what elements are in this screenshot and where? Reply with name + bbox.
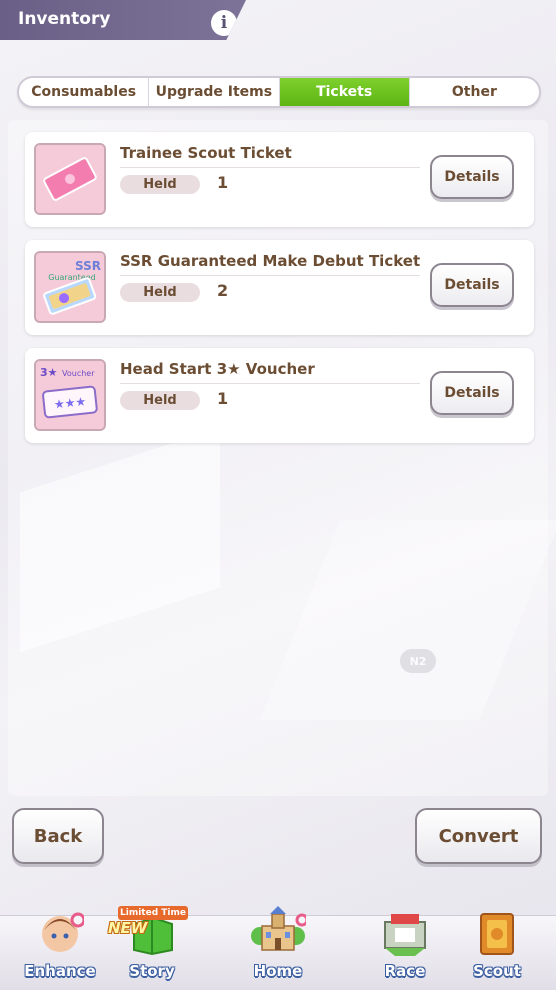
divider xyxy=(120,167,420,168)
held-label: Held xyxy=(120,391,200,410)
watermark: N2 xyxy=(400,649,436,673)
ssr-ticket-icon: SSR Guaranteed xyxy=(34,251,106,323)
ssr-text: SSR xyxy=(75,259,101,273)
divider xyxy=(120,383,420,384)
tab-upgrade-items[interactable]: Upgrade Items xyxy=(149,78,280,106)
details-button[interactable]: Details xyxy=(430,263,514,307)
nav-label: Story xyxy=(129,962,175,980)
item-name: SSR Guaranteed Make Debut Ticket xyxy=(120,252,421,270)
race-icon xyxy=(384,914,426,956)
nav-race[interactable]: Race xyxy=(357,914,453,990)
convert-button[interactable]: Convert xyxy=(415,808,542,864)
nav-enhance[interactable]: Enhance xyxy=(12,912,108,990)
held-count: 1 xyxy=(217,173,229,192)
held-count: 1 xyxy=(217,389,229,408)
tab-bar: Consumables Upgrade Items Tickets Other xyxy=(17,76,541,108)
held-count: 2 xyxy=(217,281,229,300)
three-star-text: 3★ xyxy=(40,366,58,379)
details-button[interactable]: Details xyxy=(430,155,514,199)
tab-tickets[interactable]: Tickets xyxy=(279,78,410,106)
home-icon xyxy=(251,906,306,951)
list-item: SSR Guaranteed SSR Guaranteed Make Debut… xyxy=(25,240,534,335)
nav-home[interactable]: Home xyxy=(222,906,334,990)
tab-consumables[interactable]: Consumables xyxy=(19,78,150,106)
pink-ticket-icon xyxy=(34,143,106,215)
enhance-icon xyxy=(42,912,84,952)
nav-label: Home xyxy=(253,962,303,980)
list-item: 3★ Voucher ★★★ Head Start 3★ Voucher Hel… xyxy=(25,348,534,443)
nav-label: Race xyxy=(384,962,426,980)
item-name: Trainee Scout Ticket xyxy=(120,144,292,162)
nav-scout[interactable]: Scout xyxy=(449,913,545,990)
divider xyxy=(120,275,420,276)
limited-time-badge: Limited Time xyxy=(118,906,188,920)
nav-label: Scout xyxy=(473,962,521,980)
voucher-text: Voucher xyxy=(62,369,95,378)
new-tag: NEW xyxy=(108,919,148,937)
info-icon[interactable]: i xyxy=(211,10,237,36)
back-button[interactable]: Back xyxy=(12,808,104,864)
scout-icon xyxy=(480,913,514,955)
bottom-nav: Enhance Story Home Race Scout xyxy=(0,906,556,990)
header-bar: Inventory i xyxy=(0,0,246,40)
tab-other[interactable]: Other xyxy=(410,78,539,106)
held-label: Held xyxy=(120,175,200,194)
voucher-icon: 3★ Voucher ★★★ xyxy=(34,359,106,431)
item-name: Head Start 3★ Voucher xyxy=(120,360,315,378)
nav-label: Enhance xyxy=(24,962,96,980)
details-button[interactable]: Details xyxy=(430,371,514,415)
list-item: Trainee Scout Ticket Held 1 Details xyxy=(25,132,534,227)
held-label: Held xyxy=(120,283,200,302)
page-title: Inventory xyxy=(18,9,111,29)
